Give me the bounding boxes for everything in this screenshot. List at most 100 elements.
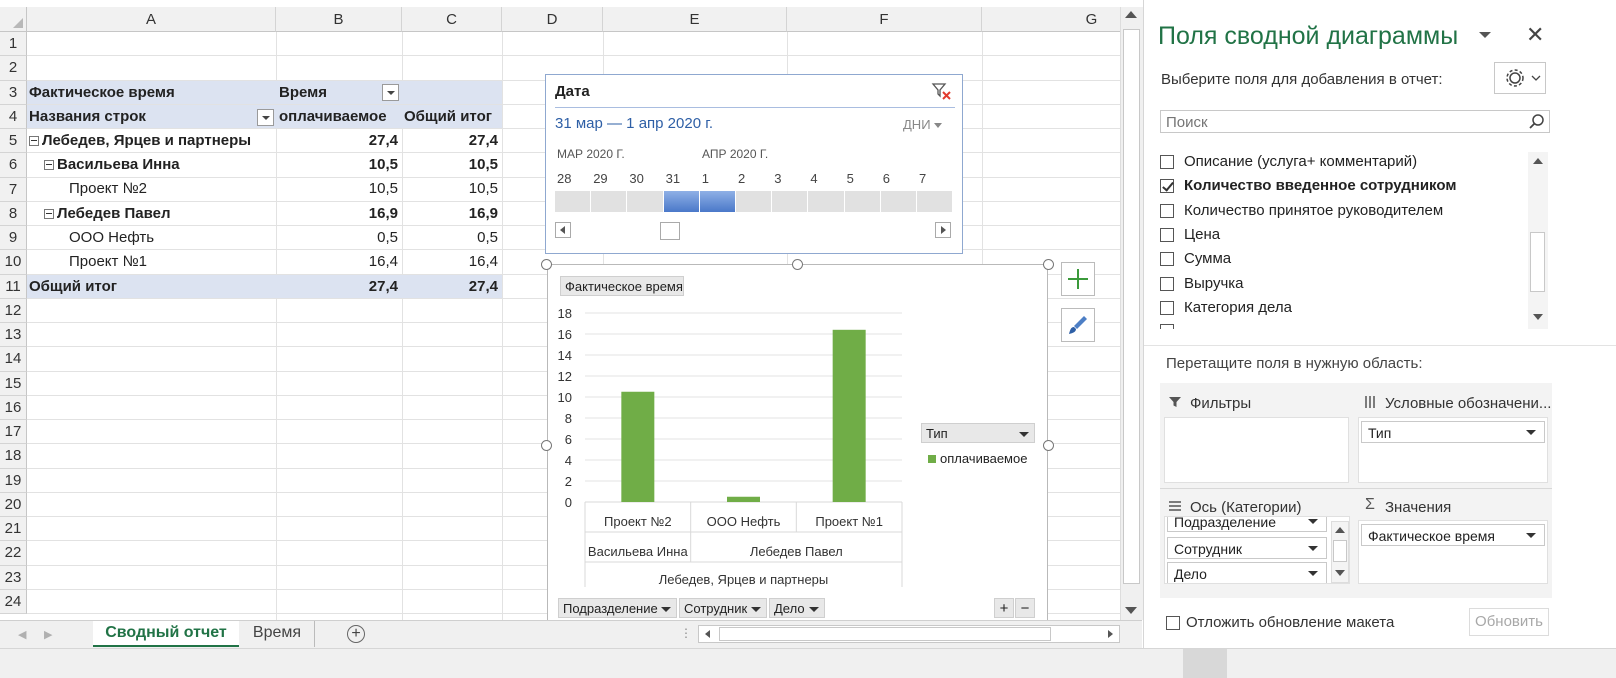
pivot-row-project[interactable]: Проект №1	[69, 250, 276, 274]
field-checkbox[interactable]	[1160, 203, 1174, 218]
row-header-12[interactable]: 12	[0, 298, 27, 323]
collapse-icon[interactable]	[44, 160, 54, 171]
expand-field-button[interactable]: +	[994, 598, 1014, 618]
field-checkbox[interactable]	[1160, 300, 1174, 315]
pane-options-icon[interactable]	[1479, 32, 1491, 38]
row-header-18[interactable]: 18	[0, 444, 27, 469]
pane-tools-button[interactable]	[1494, 62, 1546, 94]
column-header-c[interactable]: C	[402, 7, 502, 32]
scroll-thumb[interactable]	[1123, 29, 1140, 584]
scroll-down-icon[interactable]	[1125, 607, 1137, 614]
field-label[interactable]: Количество введенное сотрудником	[1184, 177, 1456, 194]
timeline-day[interactable]	[736, 191, 772, 212]
timeline-scrollbar[interactable]	[555, 222, 953, 240]
tab-scroll-left-icon[interactable]: ◀	[18, 628, 26, 641]
defer-update-checkbox[interactable]	[1166, 616, 1180, 630]
timeline-day[interactable]	[917, 191, 953, 212]
timeline-day-selected[interactable]	[699, 191, 735, 212]
row-header-16[interactable]: 16	[0, 395, 27, 420]
scroll-up-icon[interactable]	[1125, 11, 1137, 18]
row-header-17[interactable]: 17	[0, 420, 27, 445]
pivot-value[interactable]: 0,5	[276, 226, 402, 250]
row-header-13[interactable]: 13	[0, 323, 27, 348]
row-header-20[interactable]: 20	[0, 492, 27, 517]
pivot-value[interactable]: 10,5	[276, 153, 402, 177]
timeline-day-selected[interactable]	[663, 191, 699, 212]
resize-handle[interactable]	[1043, 259, 1054, 270]
row-header-1[interactable]: 1	[0, 32, 27, 57]
pivot-total[interactable]: 16,4	[402, 250, 502, 274]
field-label[interactable]: Цена	[1184, 226, 1220, 243]
pivot-total[interactable]: 10,5	[402, 177, 502, 201]
column-header-a[interactable]: A	[27, 7, 276, 32]
field-checkbox[interactable]	[1160, 227, 1174, 242]
column-header-g[interactable]: G	[982, 7, 1130, 32]
collapse-field-button[interactable]: −	[1015, 598, 1035, 618]
field-label[interactable]: Описание (услуга+ комментарий)	[1184, 153, 1417, 170]
field-label[interactable]: Количество принятое руководителем	[1184, 202, 1443, 219]
vertical-scrollbar[interactable]	[1120, 7, 1143, 620]
pivot-total[interactable]: 10,5	[402, 153, 502, 177]
timeline-scroll-thumb[interactable]	[660, 222, 680, 240]
select-all-corner[interactable]	[0, 7, 27, 32]
column-header-e[interactable]: E	[603, 7, 787, 32]
resize-handle[interactable]	[792, 259, 803, 270]
axis-field-button[interactable]: Дело	[769, 598, 825, 618]
pivot-row-project[interactable]: Проект №2	[69, 177, 276, 201]
splitter-icon[interactable]: ⋮	[680, 626, 692, 640]
column-header-d[interactable]: D	[502, 7, 603, 32]
tab-scroll-right-icon[interactable]: ▶	[44, 628, 52, 641]
pivot-row-labels-header[interactable]: Названия строк	[29, 105, 254, 129]
field-checkbox[interactable]	[1160, 276, 1174, 291]
search-input[interactable]	[1164, 113, 1518, 132]
tab-time[interactable]: Время	[240, 621, 315, 647]
axis-area-scrollbar[interactable]	[1331, 521, 1349, 583]
pivot-value-field[interactable]: Фактическое время	[29, 81, 274, 105]
collapse-icon[interactable]	[44, 209, 54, 220]
row-header-8[interactable]: 8	[0, 201, 27, 226]
pivot-total[interactable]: 27,4	[402, 129, 502, 153]
field-search-box[interactable]	[1160, 110, 1550, 133]
field-checkbox-partial[interactable]	[1160, 324, 1174, 329]
pivot-total[interactable]: 16,9	[402, 202, 502, 226]
axis-field-item[interactable]: Дело	[1167, 562, 1327, 583]
row-header-7[interactable]: 7	[0, 177, 27, 202]
column-filter-dropdown[interactable]	[382, 84, 399, 101]
values-drop-area[interactable]: Фактическое время	[1358, 520, 1548, 584]
field-label[interactable]: Категория дела	[1184, 299, 1292, 316]
pivot-value[interactable]: 16,4	[276, 250, 402, 274]
row-header-15[interactable]: 15	[0, 371, 27, 396]
update-button[interactable]: Обновить	[1469, 608, 1549, 636]
add-sheet-icon[interactable]: +	[347, 625, 365, 643]
scroll-right-button[interactable]	[935, 222, 951, 238]
column-header-f[interactable]: F	[787, 7, 982, 32]
field-checkbox[interactable]	[1160, 179, 1174, 194]
close-icon[interactable]: ✕	[1526, 22, 1544, 48]
axis-field-item[interactable]: Подразделение	[1167, 517, 1327, 532]
row-filter-dropdown[interactable]	[257, 109, 274, 126]
row-header-10[interactable]: 10	[0, 250, 27, 275]
pivot-grand-total-header[interactable]: Общий итог	[404, 105, 502, 129]
timeline-day[interactable]	[808, 191, 844, 212]
timeline-day[interactable]	[844, 191, 880, 212]
row-header-2[interactable]: 2	[0, 56, 27, 81]
row-header-23[interactable]: 23	[0, 565, 27, 590]
clear-filter-icon[interactable]	[931, 81, 953, 101]
resize-handle[interactable]	[541, 259, 552, 270]
pivot-column-label[interactable]: Время	[279, 81, 379, 105]
row-header-22[interactable]: 22	[0, 541, 27, 566]
pivot-row-employee[interactable]: Лебедев Павел	[44, 202, 276, 226]
collapse-icon[interactable]	[29, 136, 39, 147]
pivot-row-company[interactable]: Лебедев, Ярцев и партнеры	[29, 129, 276, 153]
pivot-row-project[interactable]: ООО Нефть	[69, 226, 276, 250]
row-header-24[interactable]: 24	[0, 589, 27, 614]
axis-drop-area[interactable]: Подразделение Сотрудник Дело	[1164, 516, 1350, 584]
timeline-day[interactable]	[772, 191, 808, 212]
row-header-4[interactable]: 4	[0, 104, 27, 129]
pivot-chart[interactable]: Фактическое время 0 2 4 6 8 10 12 14 16 18 Проект …	[547, 264, 1048, 624]
pivot-value[interactable]: 16,9	[276, 202, 402, 226]
timeline-level-dropdown[interactable]: ДНИ	[903, 117, 943, 132]
pivot-row-employee[interactable]: Васильева Инна	[44, 153, 276, 177]
timeline-day[interactable]	[627, 191, 663, 212]
legend-field-button[interactable]: Тип	[921, 423, 1035, 443]
